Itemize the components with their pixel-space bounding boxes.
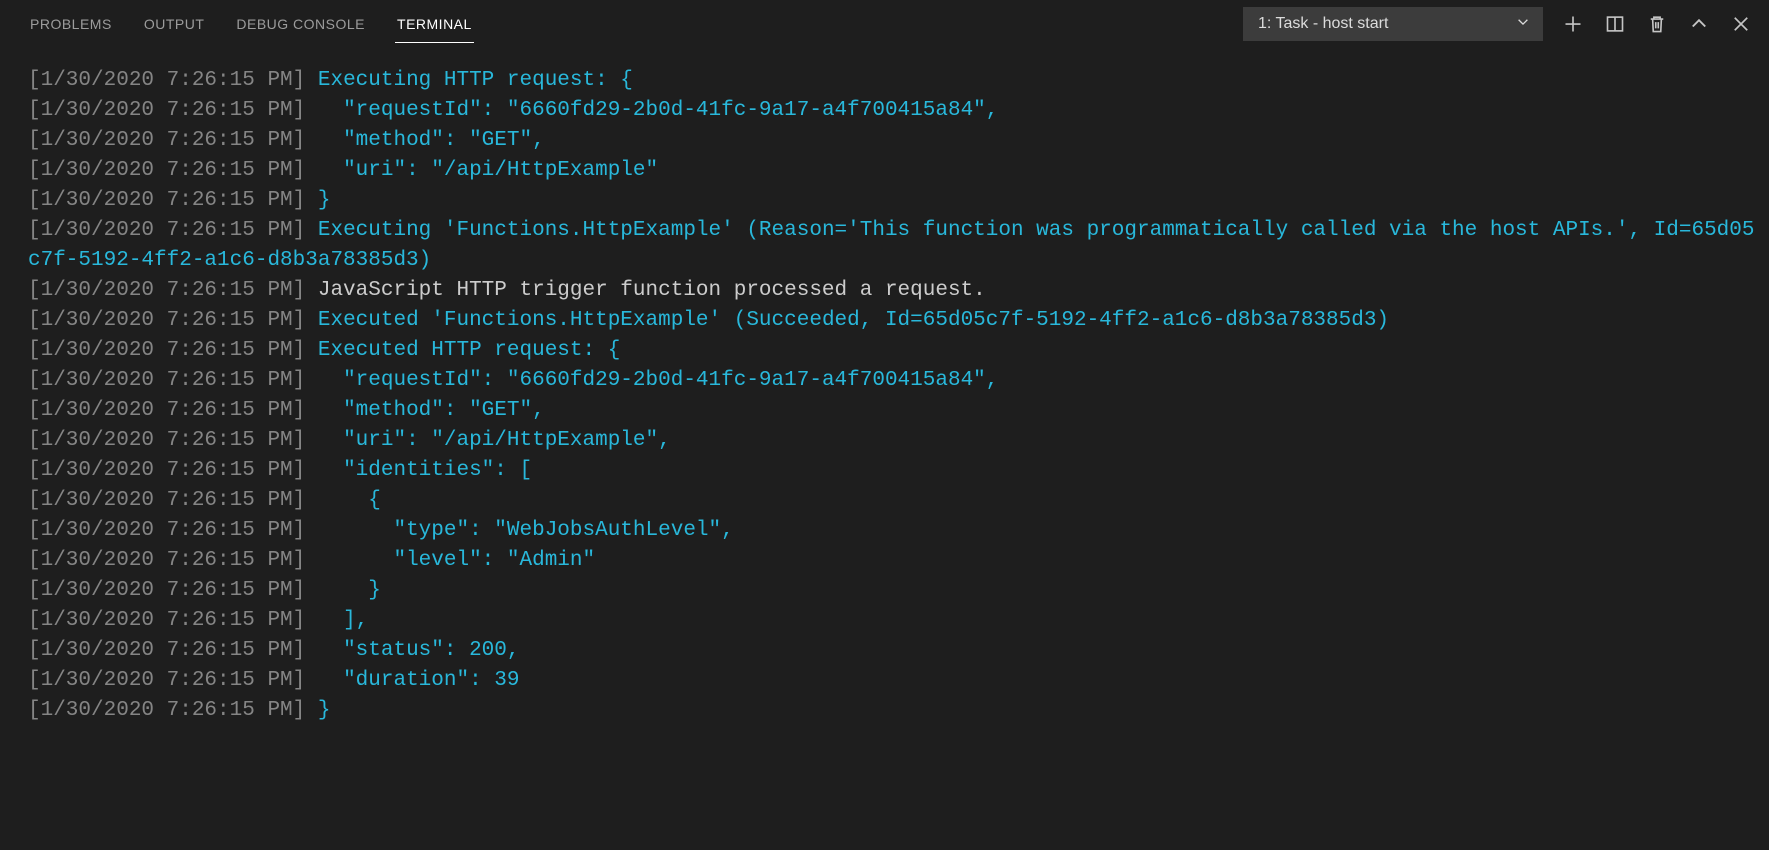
tab-problems[interactable]: PROBLEMS	[28, 4, 114, 43]
trash-icon	[1647, 14, 1667, 34]
chevron-up-icon	[1689, 14, 1709, 34]
terminal-output[interactable]: [1/30/2020 7:26:15 PM] Executing HTTP re…	[0, 48, 1769, 726]
panel-actions: 1: Task - host start	[1243, 7, 1753, 41]
split-terminal-button[interactable]	[1603, 12, 1627, 36]
tab-output[interactable]: OUTPUT	[142, 4, 207, 43]
split-pane-icon	[1605, 14, 1625, 34]
kill-terminal-button[interactable]	[1645, 12, 1669, 36]
terminal-selector-label: 1: Task - host start	[1258, 15, 1388, 33]
chevron-down-icon	[1516, 14, 1530, 33]
panel-tabs: PROBLEMS OUTPUT DEBUG CONSOLE TERMINAL	[28, 0, 474, 47]
new-terminal-button[interactable]	[1561, 12, 1585, 36]
tab-debug-console[interactable]: DEBUG CONSOLE	[234, 4, 367, 43]
close-panel-button[interactable]	[1729, 12, 1753, 36]
maximize-panel-button[interactable]	[1687, 12, 1711, 36]
panel-header: PROBLEMS OUTPUT DEBUG CONSOLE TERMINAL 1…	[0, 0, 1769, 48]
tab-terminal[interactable]: TERMINAL	[395, 4, 474, 43]
terminal-selector[interactable]: 1: Task - host start	[1243, 7, 1543, 41]
close-icon	[1731, 14, 1751, 34]
plus-icon	[1563, 14, 1583, 34]
